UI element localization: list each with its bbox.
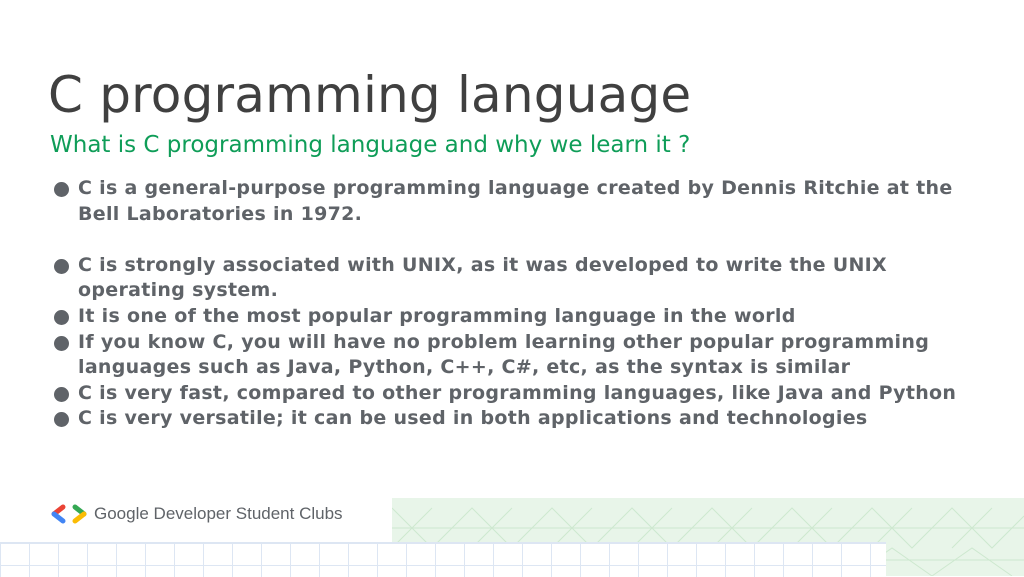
slide-subtitle: What is C programming language and why w… — [50, 132, 691, 158]
bullet-item: It is one of the most popular programmin… — [52, 304, 982, 330]
bullet-item: C is very versatile; it can be used in b… — [52, 406, 982, 432]
slide: C programming language What is C program… — [0, 0, 1024, 577]
bullet-item: C is very fast, compared to other progra… — [52, 381, 982, 407]
bullet-text: C is very versatile; it can be used in b… — [78, 407, 868, 430]
bullet-item: C is a general-purpose programming langu… — [52, 176, 982, 227]
bullet-text: C is very fast, compared to other progra… — [78, 381, 957, 404]
bullet-list: C is a general-purpose programming langu… — [52, 176, 982, 432]
bullet-item: C is strongly associated with UNIX, as i… — [52, 253, 982, 304]
decorative-grid-pattern — [0, 542, 886, 577]
footer-brand-text: Google Developer Student Clubs — [94, 504, 343, 523]
bullet-dot-icon — [54, 258, 69, 274]
bullet-dot-icon — [54, 386, 69, 402]
bullet-text: If you know C, you will have no problem … — [78, 330, 930, 379]
bullet-dot-icon — [54, 309, 69, 325]
bullet-text: It is one of the most popular programmin… — [78, 304, 796, 327]
slide-title: C programming language — [48, 66, 692, 124]
footer-logo: Google Developer Student Clubs — [50, 502, 343, 526]
bullet-dot-icon — [54, 182, 69, 197]
bullet-dot-icon — [54, 412, 69, 428]
bullet-text: C is a general-purpose programming langu… — [78, 177, 953, 225]
bullet-item: If you know C, you will have no problem … — [52, 330, 982, 381]
bullet-dot-icon — [54, 335, 69, 351]
gdsc-logo-icon — [51, 504, 87, 524]
bullet-text: C is strongly associated with UNIX, as i… — [78, 253, 887, 302]
